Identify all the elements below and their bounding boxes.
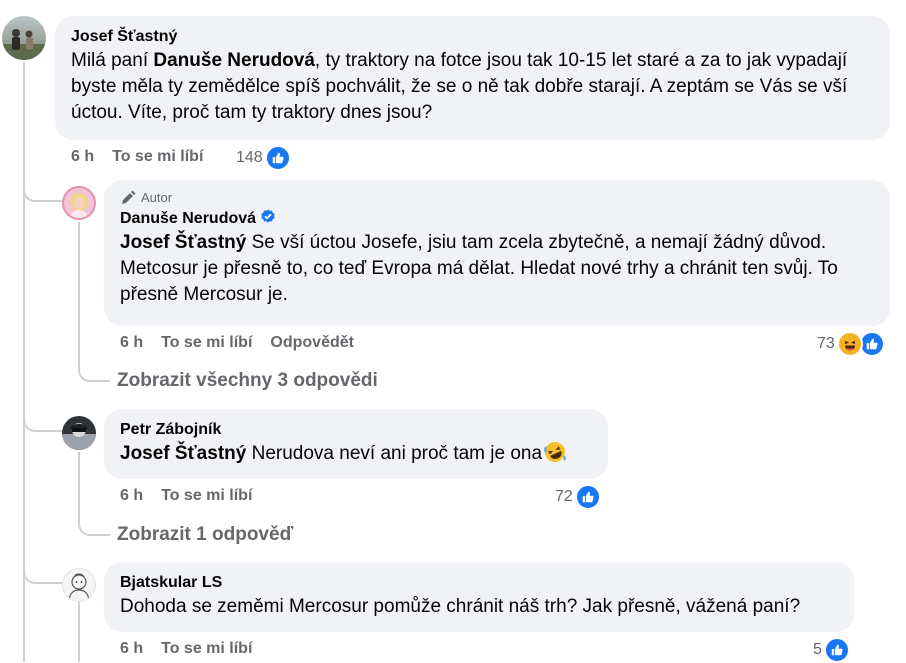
avatar[interactable] xyxy=(62,568,96,602)
haha-emoji-icon xyxy=(836,331,863,357)
thumbs-up-icon xyxy=(264,145,291,171)
thumbs-up-icon xyxy=(823,637,850,663)
comment-author-row: Danuše Nerudová xyxy=(120,208,876,230)
thread-line-reply-2 xyxy=(78,452,80,514)
comment-bubble: Autor Danuše Nerudová Josef Šťastný Se v… xyxy=(104,180,890,326)
reaction-summary[interactable]: 148 xyxy=(236,145,291,171)
like-button[interactable]: To se mi líbí xyxy=(112,148,203,165)
avatar-photo-icon xyxy=(70,193,88,218)
thread-connector-reply-2 xyxy=(23,410,63,432)
comment-author[interactable]: Danuše Nerudová xyxy=(120,210,256,227)
verified-badge-icon xyxy=(261,209,275,223)
thread-line-reply-1 xyxy=(78,222,80,362)
thread-connector-view-all xyxy=(78,358,110,382)
pencil-icon xyxy=(122,190,136,204)
like-button[interactable]: To se mi líbí xyxy=(161,640,252,657)
comment-author[interactable]: Josef Šťastný xyxy=(71,26,876,48)
comment-time[interactable]: 6 h xyxy=(120,487,143,504)
mention-link[interactable]: Josef Šťastný xyxy=(120,232,246,253)
reaction-summary[interactable]: 5 xyxy=(813,637,850,663)
comment-meta: 6 h To se mi líbí xyxy=(120,486,252,506)
comment-time[interactable]: 6 h xyxy=(71,148,94,165)
thread-connector-reply-1 xyxy=(23,180,63,202)
comment-meta: 6 h To se mi líbí xyxy=(71,147,203,167)
avatar[interactable] xyxy=(62,186,96,220)
reaction-summary[interactable]: 72 xyxy=(555,484,601,510)
reaction-count: 72 xyxy=(555,488,573,505)
author-badge-label: Autor xyxy=(141,190,173,205)
reaction-count: 148 xyxy=(236,149,263,166)
thread-line-reply-3 xyxy=(78,602,80,662)
comment-bubble: Bjatskular LS Dohoda se zeměmi Mercosur … xyxy=(104,562,854,632)
avatar[interactable] xyxy=(62,416,96,450)
view-all-replies-link[interactable]: Zobrazit všechny 3 odpovědi xyxy=(117,369,378,393)
comment-bubble: Josef Šťastný Milá paní Danuše Nerudová,… xyxy=(55,16,890,140)
comment-meta: 6 h To se mi líbí Odpovědět xyxy=(120,333,354,353)
avatar-photo-icon xyxy=(2,29,46,60)
reaction-count: 73 xyxy=(817,335,835,352)
avatar-sketch-icon xyxy=(68,573,90,601)
reaction-summary[interactable]: 73 xyxy=(817,331,885,357)
comment-text: Dohoda se zeměmi Mercosur pomůže chránit… xyxy=(120,596,801,617)
view-replies-link[interactable]: Zobrazit 1 odpověď xyxy=(117,523,293,547)
thread-connector-view-one xyxy=(78,510,110,536)
comment-text: Milá paní Danuše Nerudová, ty traktory n… xyxy=(71,48,876,126)
mention-link[interactable]: Josef Šťastný xyxy=(120,443,246,464)
comment-time[interactable]: 6 h xyxy=(120,640,143,657)
like-button[interactable]: To se mi líbí xyxy=(161,334,252,351)
avatar-photo-icon xyxy=(62,423,96,450)
comment-text: Josef Šťastný Se vší úctou Josefe, jsiu … xyxy=(120,230,876,308)
comment-bubble: Petr Zábojník Josef Šťastný Nerudova nev… xyxy=(104,409,608,479)
comment-author[interactable]: Bjatskular LS xyxy=(120,572,840,594)
comment-author[interactable]: Petr Zábojník xyxy=(120,419,594,441)
rolling-laughing-emoji-icon xyxy=(544,442,566,462)
mention-link[interactable]: Danuše Nerudová xyxy=(153,50,315,71)
thread-connector-reply-3 xyxy=(23,560,63,584)
avatar[interactable] xyxy=(2,16,46,60)
reaction-count: 5 xyxy=(813,641,822,658)
like-button[interactable]: To se mi líbí xyxy=(161,487,252,504)
author-badge: Autor xyxy=(120,190,876,206)
thumbs-up-icon xyxy=(574,484,601,510)
comment-text-body: Nerudova neví ani proč tam je ona xyxy=(246,443,543,464)
comment-text: Josef Šťastný Nerudova neví ani proč tam… xyxy=(120,441,594,467)
reply-button[interactable]: Odpovědět xyxy=(270,334,354,351)
comment-text-prefix: Milá paní xyxy=(71,50,154,71)
comment-meta: 6 h To se mi líbí xyxy=(120,639,252,659)
comment-time[interactable]: 6 h xyxy=(120,334,143,351)
